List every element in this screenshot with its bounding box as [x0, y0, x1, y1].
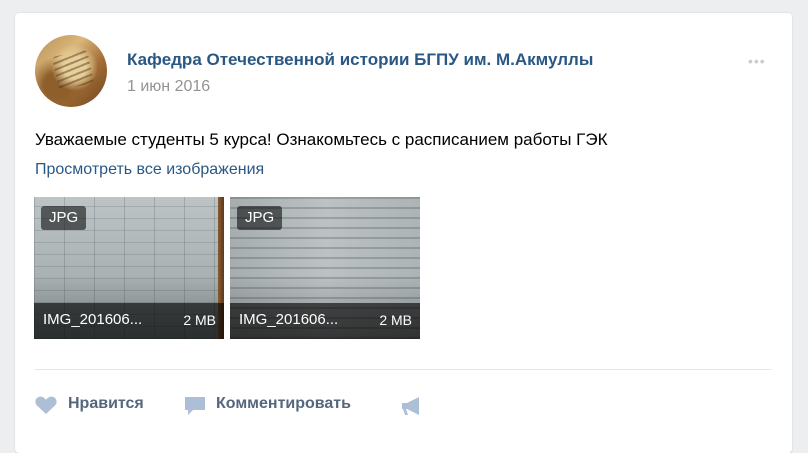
- post-author-link[interactable]: Кафедра Отечественной истории БГПУ им. М…: [127, 50, 593, 70]
- attachment-file-name: IMG_201606...: [239, 311, 339, 328]
- megaphone-icon: [402, 397, 419, 415]
- attachment-thumbnail-1[interactable]: JPG IMG_201606... 2 MB: [34, 197, 224, 339]
- attachment-file-size: 2 MB: [183, 312, 216, 328]
- comment-label: Комментировать: [216, 395, 351, 412]
- comment-icon: [185, 397, 205, 415]
- show-all-images-link[interactable]: Просмотреть все изображения: [35, 161, 264, 179]
- file-type-badge: JPG: [41, 206, 87, 230]
- attachment-thumbnail-2[interactable]: JPG IMG_201606... 2 MB: [230, 197, 420, 339]
- actions-divider: [35, 369, 772, 370]
- attachment-file-size: 2 MB: [379, 312, 412, 328]
- attachment-file-name: IMG_201606...: [43, 311, 143, 328]
- post-date[interactable]: 1 июн 2016: [127, 78, 210, 96]
- attachment-caption: IMG_201606... 2 MB: [230, 303, 420, 339]
- avatar[interactable]: [35, 35, 107, 107]
- like-button[interactable]: Нравится: [34, 393, 174, 417]
- file-type-badge: JPG: [237, 206, 283, 230]
- like-label: Нравится: [68, 395, 144, 412]
- heart-icon: [35, 396, 57, 414]
- more-options-icon[interactable]: •••: [748, 53, 766, 69]
- share-button[interactable]: [400, 393, 426, 417]
- wall-post: Кафедра Отечественной истории БГПУ им. М…: [15, 13, 792, 453]
- comment-button[interactable]: Комментировать: [183, 393, 383, 417]
- post-text: Уважаемые студенты 5 курса! Ознакомьтесь…: [35, 130, 608, 149]
- avatar-image-detail: [51, 49, 95, 91]
- attachment-caption: IMG_201606... 2 MB: [34, 303, 224, 339]
